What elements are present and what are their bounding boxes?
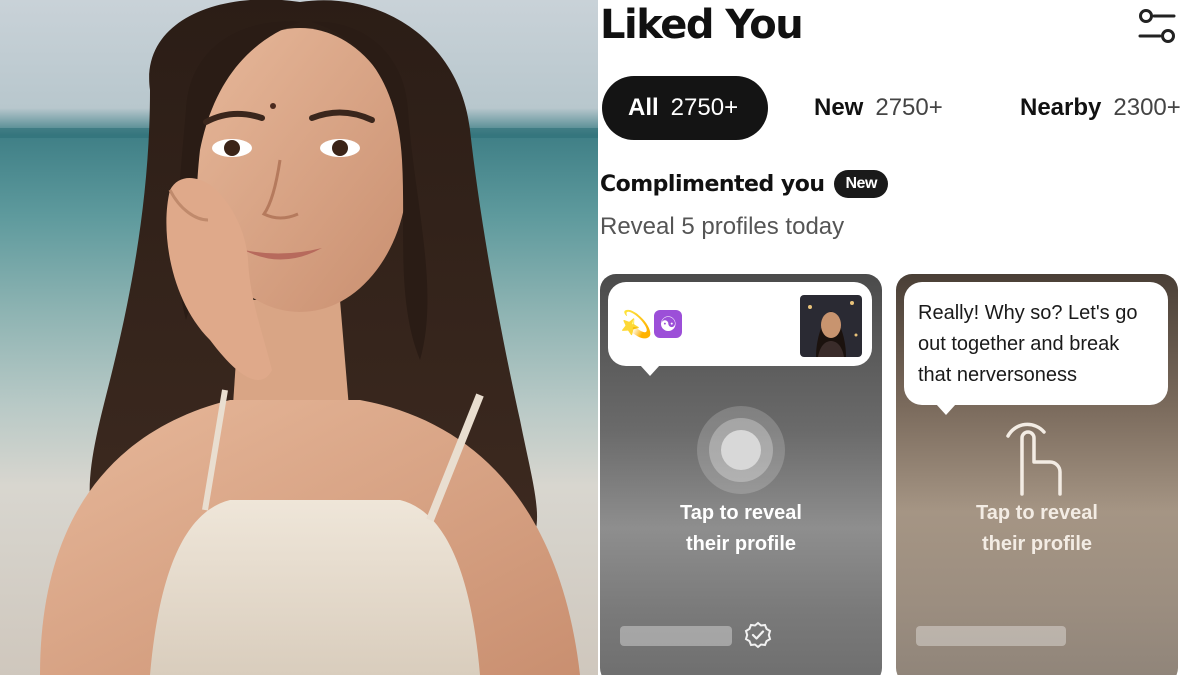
tab-all-label: All [628, 94, 659, 121]
sender-thumbnail [800, 295, 862, 357]
liked-you-screen: Liked You All 2750+ New 2750+ Nearby 230… [600, 0, 1200, 675]
portrait-illustration [0, 0, 598, 675]
tab-new[interactable]: New 2750+ [814, 76, 943, 140]
dizzy-emoji: 💫 [620, 309, 653, 339]
new-badge: New [834, 170, 888, 198]
hand-tap-icon [1006, 422, 1062, 496]
verified-badge-icon [744, 621, 772, 649]
compliment-card-1[interactable]: 💫 ☯ Tap to reveal their profile [600, 274, 882, 675]
tab-all[interactable]: All 2750+ [602, 76, 768, 140]
tab-all-count: 2750+ [670, 94, 739, 121]
filter-sliders-icon [1138, 9, 1176, 43]
reveal-prompt: Tap to reveal their profile [600, 498, 882, 560]
compliment-message: Really! Why so? Let's go out together an… [918, 302, 1138, 386]
filter-tabs: All 2750+ New 2750+ Nearby 2300+ [600, 76, 1200, 142]
reveal-prompt: Tap to reveal their profile [896, 498, 1178, 560]
reveal-line-2: their profile [685, 533, 796, 555]
compliment-message-bubble: Really! Why so? Let's go out together an… [904, 282, 1168, 415]
reveal-line-2: their profile [981, 533, 1092, 555]
blurred-name-placeholder [916, 626, 1066, 646]
profile-photo [0, 0, 598, 675]
tab-new-count: 2750+ [875, 94, 943, 121]
filter-button[interactable] [1134, 6, 1180, 48]
section-subtitle: Reveal 5 profiles today [600, 213, 845, 240]
compliment-emojis: 💫 ☯ [620, 309, 683, 339]
reveal-line-1: Tap to reveal [680, 502, 802, 524]
yin-yang-emoji: ☯ [654, 310, 683, 338]
section-heading: Complimented you New [600, 170, 888, 198]
blurred-name-placeholder [620, 626, 732, 646]
section-title: Complimented you [600, 171, 825, 197]
tab-nearby-count: 2300+ [1113, 94, 1181, 121]
compliment-card-2[interactable]: Really! Why so? Let's go out together an… [896, 274, 1178, 675]
compliment-bubble: 💫 ☯ [608, 282, 872, 376]
tab-nearby[interactable]: Nearby 2300+ [1020, 76, 1181, 140]
sender-thumbnail-image [800, 295, 862, 357]
tab-new-label: New [814, 94, 864, 121]
circle-tap-icon [697, 406, 785, 494]
reveal-line-1: Tap to reveal [976, 502, 1098, 524]
page-title: Liked You [600, 2, 804, 48]
tab-nearby-label: Nearby [1020, 94, 1102, 121]
